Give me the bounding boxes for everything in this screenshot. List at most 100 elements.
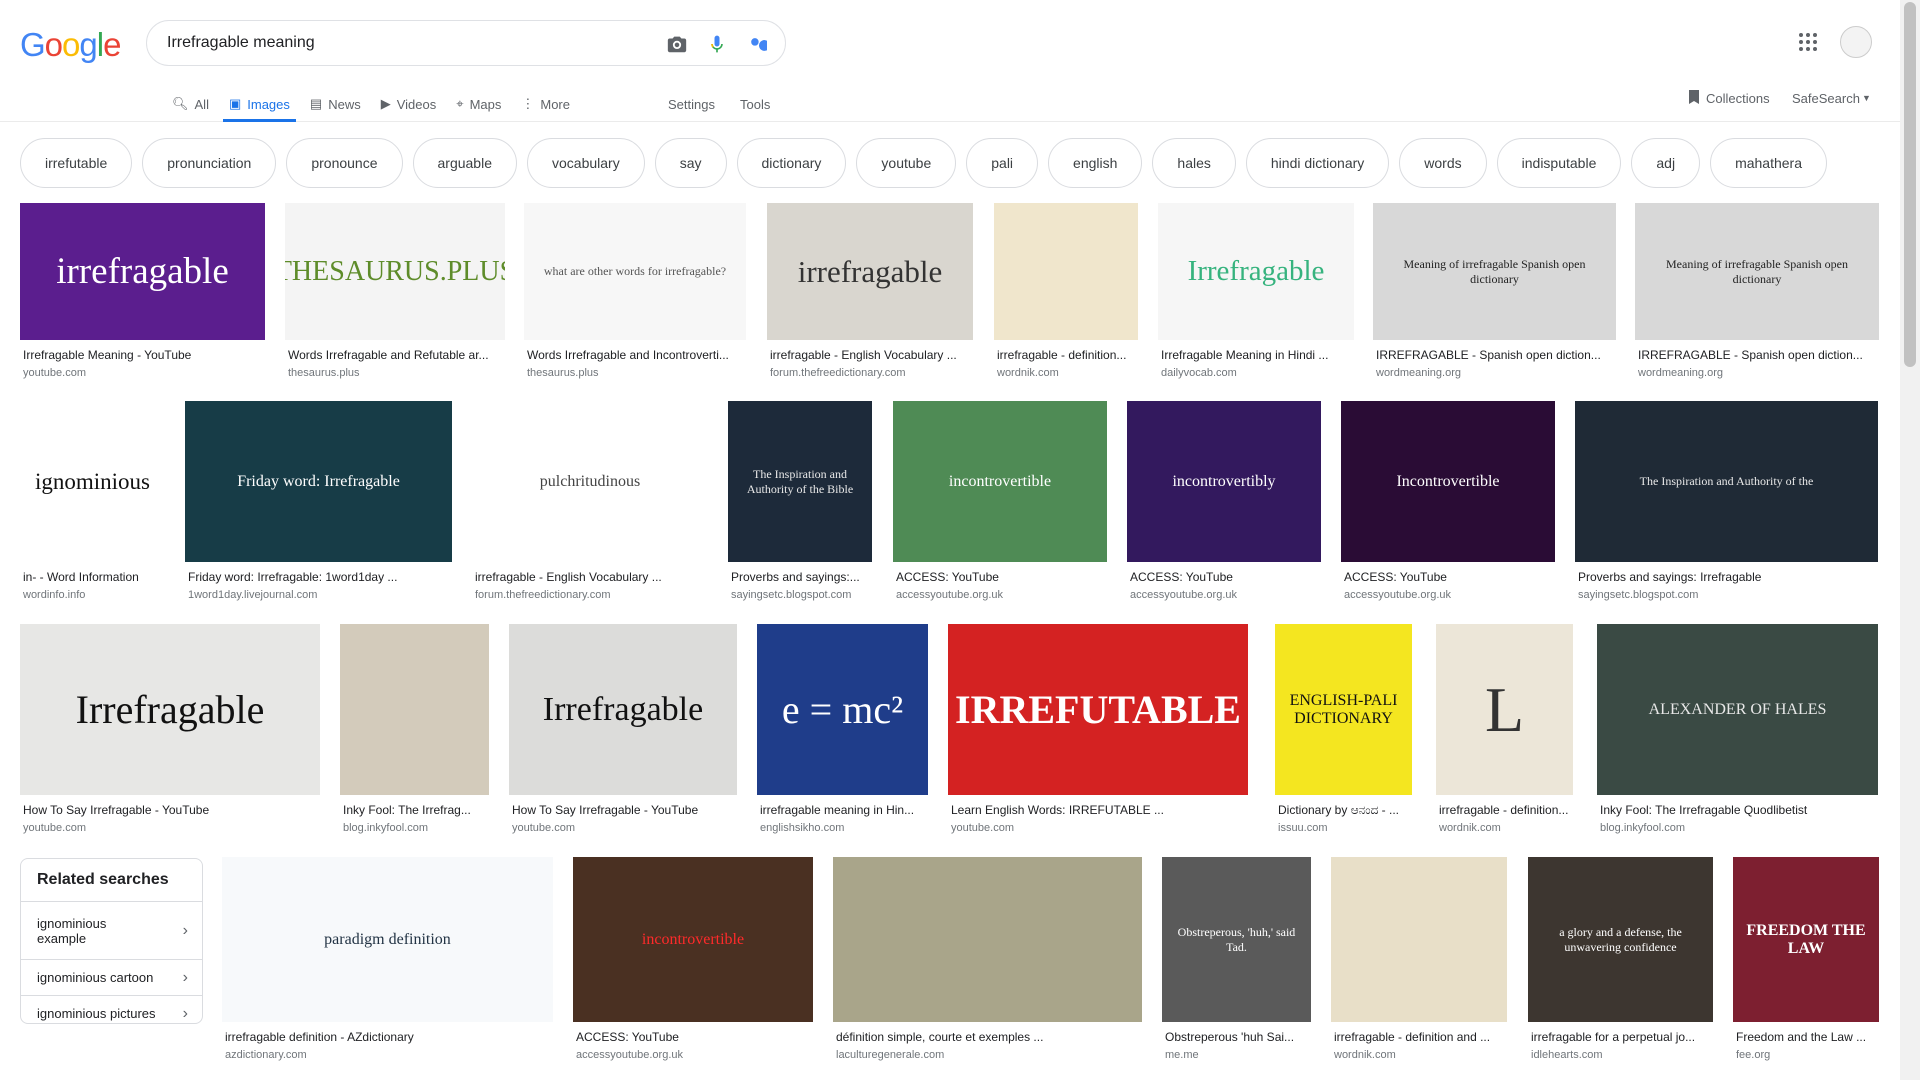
tab-images[interactable]: ▣ Images (222, 86, 296, 122)
result-source[interactable]: accessyoutube.org.uk (576, 1049, 810, 1061)
image-result[interactable]: incontrovertible ACCESS: YouTube accessyou… (573, 857, 813, 1062)
image-result[interactable]: THESAURUS.PLUS Words Irrefragable and Ref… (285, 203, 505, 380)
suggestion-chip[interactable]: irrefutable (20, 138, 133, 188)
tab-news[interactable]: ▤ News (304, 86, 367, 122)
result-source[interactable]: sayingsetc.blogspot.com (1578, 589, 1875, 601)
image-thumbnail[interactable] (833, 857, 1142, 1022)
image-result[interactable]: The Inspiration and Authority of the Bib… (728, 401, 872, 602)
image-thumbnail[interactable]: paradigm definition (222, 857, 553, 1022)
suggestion-chip[interactable]: mahathera (1710, 138, 1827, 188)
scrollbar-thumb[interactable] (1904, 2, 1916, 367)
image-result[interactable]: pulchritudinous irrefragable - English Vo… (472, 401, 708, 602)
image-result[interactable]: Inky Fool: The Irrefrag... blog.inkyfool.… (340, 624, 489, 835)
result-title[interactable]: Proverbs and sayings: Irrefragable (1578, 570, 1875, 584)
image-result[interactable]: Obstreperous, 'huh,' said Tad. Obstrepero… (1162, 857, 1311, 1062)
tab-maps[interactable]: ⌖ Maps (450, 86, 507, 122)
result-source[interactable]: idlehearts.com (1531, 1049, 1710, 1061)
image-thumbnail[interactable]: incontrovertible (893, 401, 1107, 562)
result-title[interactable]: irrefragable - English Vocabulary ... (770, 348, 970, 362)
result-title[interactable]: irrefragable - English Vocabulary ... (475, 570, 705, 584)
suggestion-chip[interactable]: indisputable (1496, 138, 1622, 188)
image-thumbnail[interactable]: Irrefragable (1158, 203, 1354, 340)
image-thumbnail[interactable]: a glory and a defense, the unwavering co… (1528, 857, 1713, 1022)
image-thumbnail[interactable]: Meaning of irrefragable Spanish open dic… (1635, 203, 1879, 340)
image-thumbnail[interactable]: ENGLISH-PALI DICTIONARY (1275, 624, 1412, 795)
image-result[interactable]: Lirrefragable - definition... wordnik.com (1436, 624, 1573, 835)
image-thumbnail[interactable]: FREEDOM THE LAW (1733, 857, 1879, 1022)
account-avatar[interactable] (1840, 26, 1872, 58)
result-source[interactable]: sayingsetc.blogspot.com (731, 589, 869, 601)
image-thumbnail[interactable]: Incontrovertible (1341, 401, 1555, 562)
image-result[interactable]: ENGLISH-PALI DICTIONARY Dictionary by ಆನಂ… (1275, 624, 1412, 835)
result-title[interactable]: Words Irrefragable and Incontroverti... (527, 348, 743, 362)
image-result[interactable]: irrefragable Irrefragable Meaning - YouTu… (20, 203, 265, 380)
image-thumbnail[interactable]: The Inspiration and Authority of the Bib… (728, 401, 872, 562)
result-source[interactable]: 1word1day.livejournal.com (188, 589, 449, 601)
image-result[interactable]: Incontrovertible ACCESS: YouTube accessyou… (1341, 401, 1555, 602)
image-result[interactable]: incontrovertibly ACCESS: YouTube accessyou… (1127, 401, 1321, 602)
result-title[interactable]: Irrefragable Meaning in Hindi ... (1161, 348, 1351, 362)
camera-icon[interactable] (665, 32, 689, 56)
suggestion-chip[interactable]: words (1399, 138, 1487, 188)
result-title[interactable]: irrefragable meaning in Hin... (760, 803, 925, 817)
result-title[interactable]: Friday word: Irrefragable: 1word1day ... (188, 570, 449, 584)
result-source[interactable]: fee.org (1736, 1049, 1876, 1061)
image-thumbnail[interactable]: THESAURUS.PLUS (285, 203, 505, 340)
related-search-item[interactable]: ignominious pictures › (21, 995, 202, 1031)
result-source[interactable]: youtube.com (951, 822, 1245, 834)
suggestion-chip[interactable]: arguable (412, 138, 517, 188)
image-result[interactable]: irrefragable - definition... wordnik.com (994, 203, 1138, 380)
result-title[interactable]: irrefragable definition - AZdictionary (225, 1030, 550, 1044)
image-result[interactable]: The Inspiration and Authority of the Prov… (1575, 401, 1878, 602)
result-title[interactable]: Inky Fool: The Irrefrag... (343, 803, 486, 817)
safesearch-dropdown[interactable]: SafeSearch ▼ (1792, 86, 1871, 110)
google-apps-icon[interactable] (1796, 30, 1820, 54)
result-title[interactable]: ACCESS: YouTube (1344, 570, 1552, 584)
image-result[interactable]: irrefragable - definition and ... wordnik… (1331, 857, 1507, 1062)
image-thumbnail[interactable]: pulchritudinous (472, 401, 708, 562)
image-thumbnail[interactable]: Friday word: Irrefragable (185, 401, 452, 562)
result-source[interactable]: accessyoutube.org.uk (1130, 589, 1318, 601)
image-result[interactable]: irrefragable irrefragable - English Vocab… (767, 203, 973, 380)
suggestion-chip[interactable]: hindi dictionary (1245, 138, 1390, 188)
result-source[interactable]: azdictionary.com (225, 1049, 550, 1061)
result-title[interactable]: ACCESS: YouTube (1130, 570, 1318, 584)
related-search-item[interactable]: ignominious cartoon › (21, 959, 202, 995)
image-thumbnail[interactable]: Meaning of irrefragable Spanish open dic… (1373, 203, 1616, 340)
image-thumbnail[interactable]: The Inspiration and Authority of the (1575, 401, 1878, 562)
suggestion-chip[interactable]: youtube (856, 138, 957, 188)
result-source[interactable]: thesaurus.plus (527, 367, 743, 379)
image-result[interactable]: Irrefragable How To Say Irrefragable - Yo… (20, 624, 320, 835)
microphone-icon[interactable] (705, 32, 729, 56)
image-result[interactable]: ALEXANDER OF HALES Inky Fool: The Irrefra… (1597, 624, 1878, 835)
image-result[interactable]: paradigm definition irrefragable definiti… (222, 857, 553, 1062)
result-title[interactable]: Learn English Words: IRREFUTABLE ... (951, 803, 1245, 817)
image-thumbnail[interactable] (1331, 857, 1507, 1022)
image-thumbnail[interactable]: irrefragable (767, 203, 973, 340)
image-thumbnail[interactable]: IRREFUTABLE (948, 624, 1248, 795)
result-source[interactable]: youtube.com (23, 367, 262, 379)
tab-all[interactable]: 🔍︎ All (166, 86, 215, 122)
result-source[interactable]: englishsikho.com (760, 822, 925, 834)
image-thumbnail[interactable]: e = mc² (757, 624, 928, 795)
result-source[interactable]: youtube.com (23, 822, 317, 834)
result-title[interactable]: IRREFRAGABLE - Spanish open diction... (1376, 348, 1613, 362)
result-source[interactable]: blog.inkyfool.com (1600, 822, 1875, 834)
result-source[interactable]: wordnik.com (1439, 822, 1570, 834)
result-title[interactable]: How To Say Irrefragable - YouTube (512, 803, 734, 817)
result-title[interactable]: Inky Fool: The Irrefragable Quodlibetist (1600, 803, 1875, 817)
image-result[interactable]: ignominious in- - Word Information wordinf… (20, 401, 165, 602)
image-thumbnail[interactable]: incontrovertibly (1127, 401, 1321, 562)
settings-link[interactable]: Settings (668, 86, 715, 122)
image-result[interactable]: Irrefragable Irrefragable Meaning in Hind… (1158, 203, 1354, 380)
result-title[interactable]: Words Irrefragable and Refutable ar... (288, 348, 502, 362)
image-result[interactable]: définition simple, courte et exemples ..… (833, 857, 1142, 1062)
suggestion-chip[interactable]: dictionary (736, 138, 847, 188)
image-thumbnail[interactable]: Irrefragable (20, 624, 320, 795)
suggestion-chip[interactable]: pali (966, 138, 1039, 188)
result-title[interactable]: irrefragable - definition... (997, 348, 1135, 362)
image-result[interactable]: Meaning of irrefragable Spanish open dic… (1635, 203, 1879, 380)
result-source[interactable]: youtube.com (512, 822, 734, 834)
result-title[interactable]: ACCESS: YouTube (576, 1030, 810, 1044)
result-source[interactable]: wordmeaning.org (1376, 367, 1613, 379)
